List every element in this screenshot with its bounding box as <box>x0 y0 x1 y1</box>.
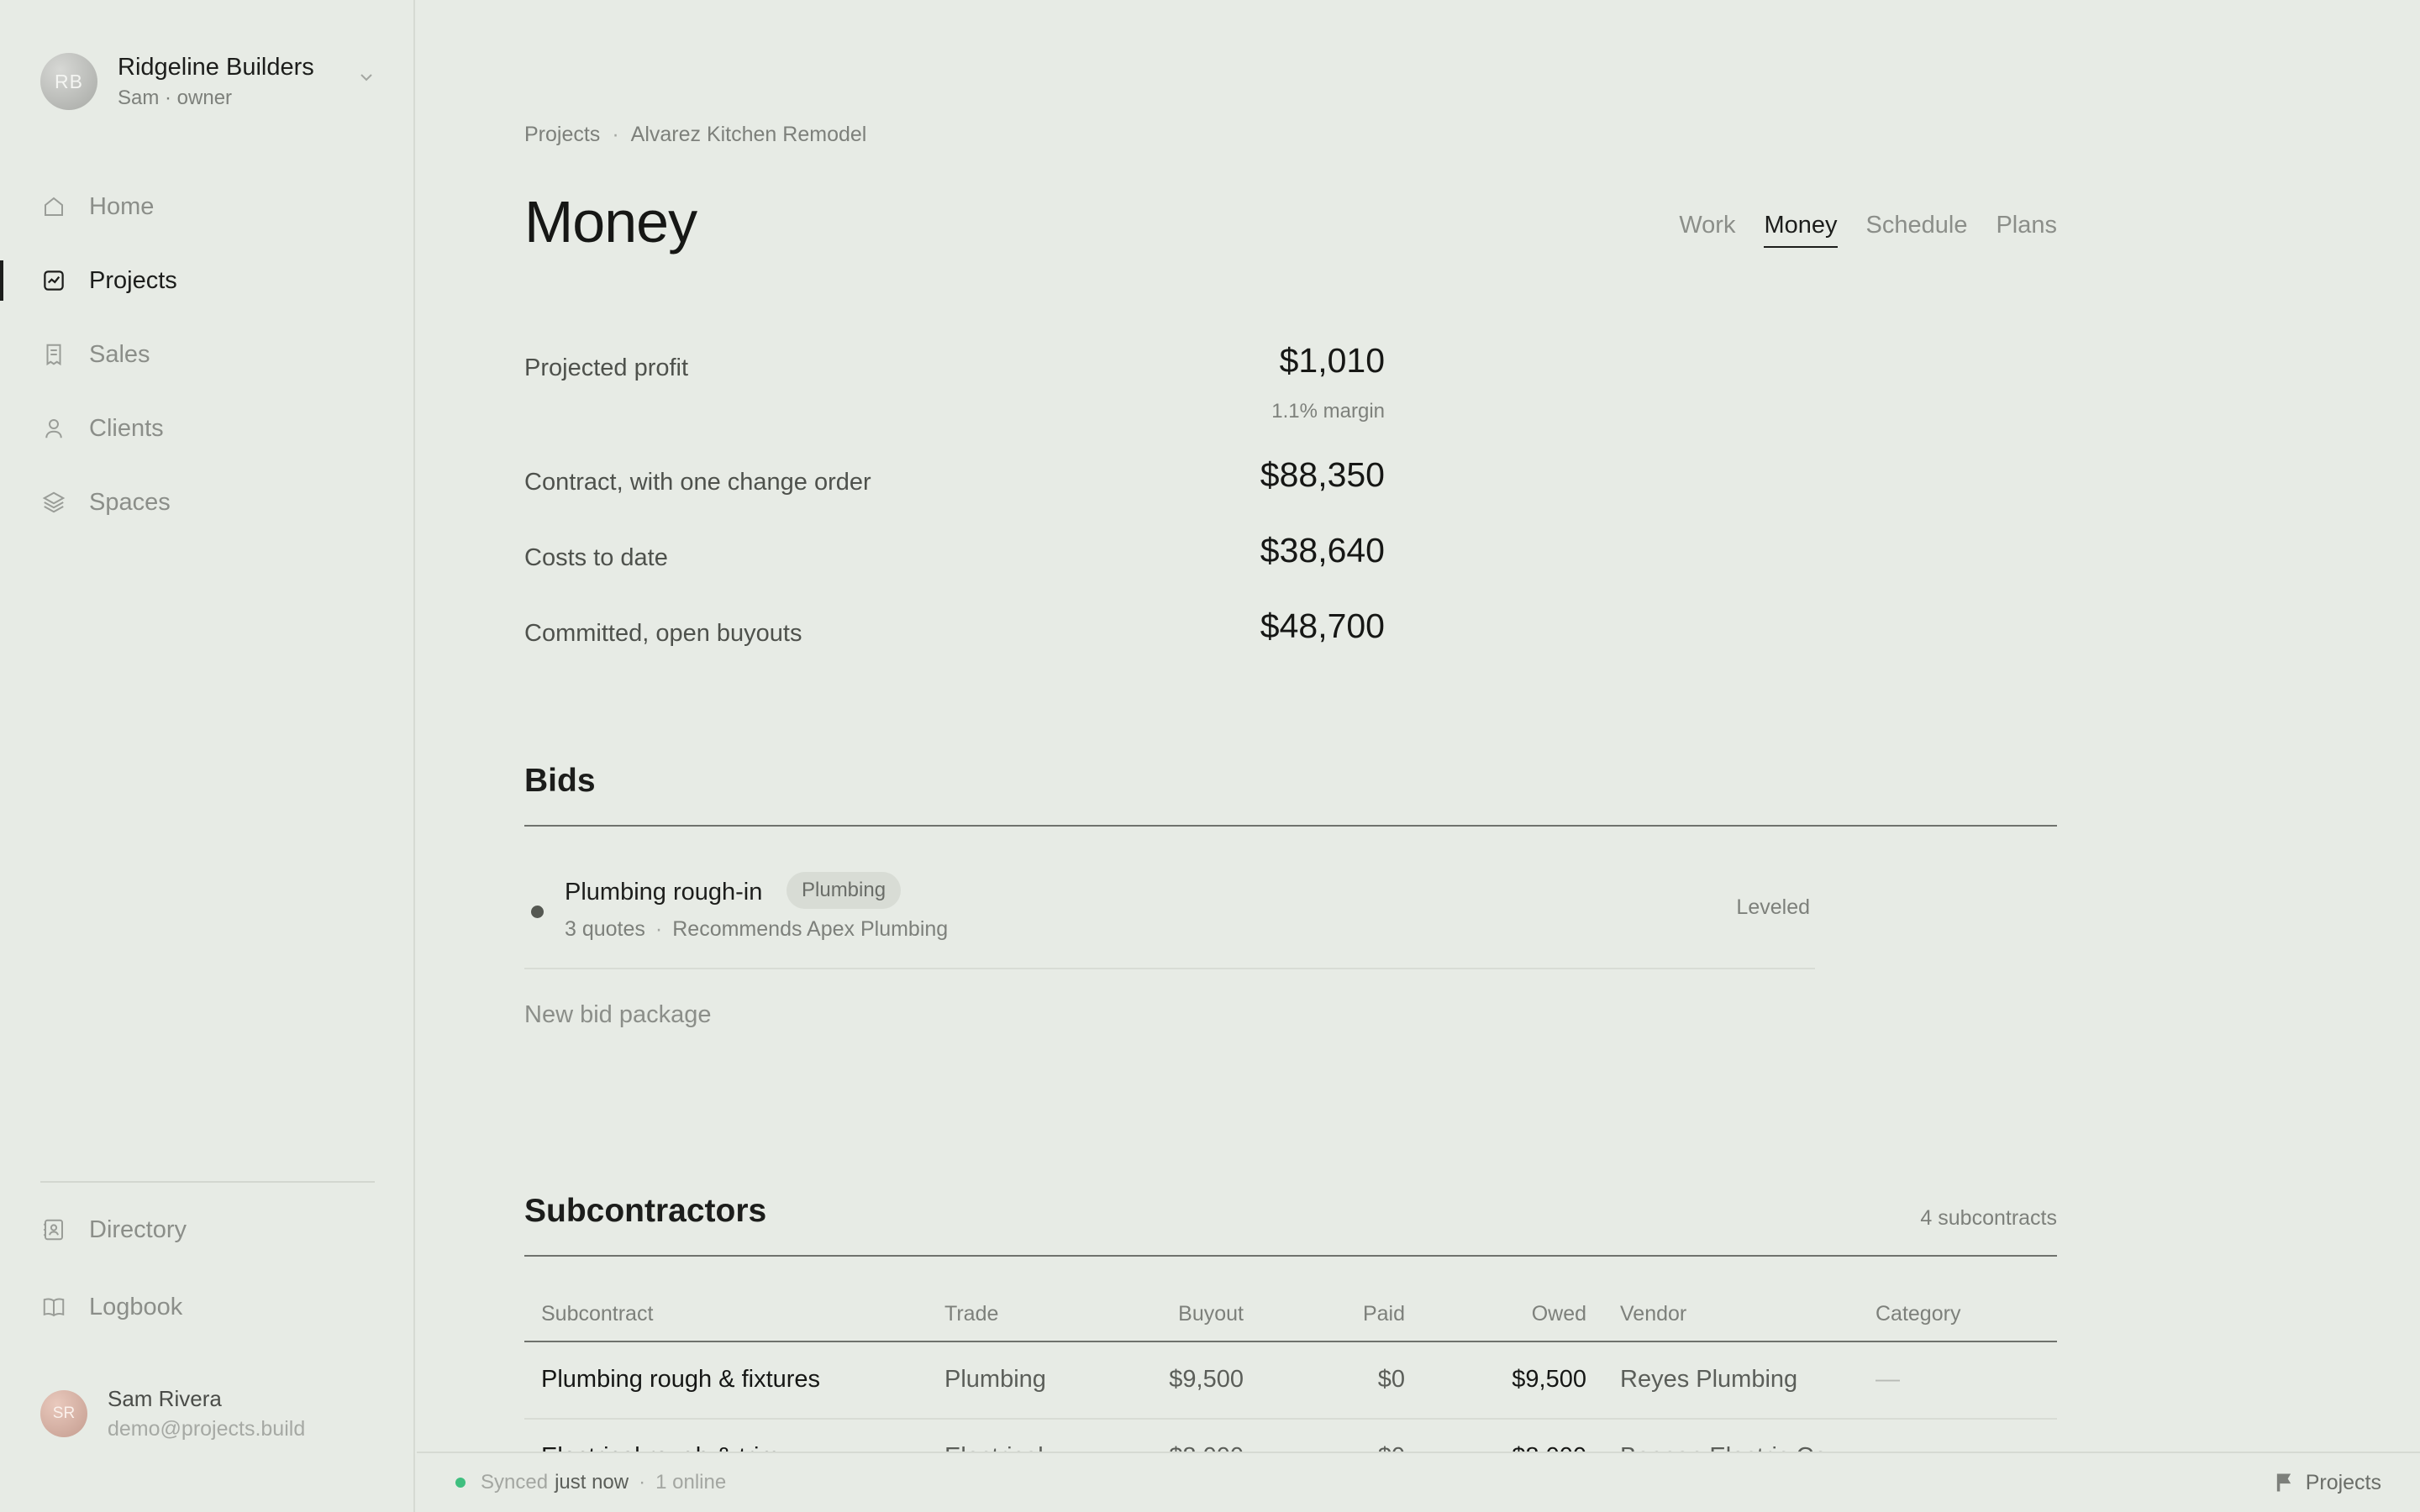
status-bar: Synced just now · 1 online Projects <box>417 1452 2420 1512</box>
chart-icon <box>40 267 67 294</box>
user-name: Sam Rivera <box>108 1386 222 1411</box>
bid-package-row[interactable]: Plumbing rough-in Plumbing 3 quotes · Reco… <box>524 867 1815 969</box>
main-nav: Home Projects Sales Clients Spaces <box>0 170 415 539</box>
table-row[interactable]: Plumbing rough & fixtures Plumbing $9,50… <box>524 1342 2057 1420</box>
nav-label-projects: Projects <box>89 266 177 294</box>
nav-label-clients: Clients <box>89 414 164 442</box>
cell-trade: Plumbing <box>944 1366 1046 1393</box>
book-icon <box>40 1294 67 1320</box>
metric-label: Committed, open buyouts <box>524 620 802 647</box>
col-vendor[interactable]: Vendor <box>1620 1302 1686 1326</box>
tab-plans[interactable]: Plans <box>1996 212 2057 246</box>
trade-badge: Plumbing <box>786 872 902 909</box>
nav-item-logbook[interactable]: Logbook <box>0 1268 415 1346</box>
user-avatar: SR <box>40 1390 87 1437</box>
metric-value: $38,640 <box>1260 531 1385 570</box>
receipt-icon <box>40 341 67 368</box>
nav-label-spaces: Spaces <box>89 488 171 516</box>
org-avatar: RB <box>40 53 97 110</box>
breadcrumb-current[interactable]: Alvarez Kitchen Remodel <box>631 123 867 146</box>
status-separator: · <box>639 1471 646 1494</box>
bid-recommendation: Recommends Apex Plumbing <box>672 917 949 941</box>
project-tabs: Work Money Schedule Plans <box>1650 212 2057 248</box>
sidebar-divider <box>40 1181 375 1183</box>
bid-status: Leveled <box>1736 895 1810 919</box>
col-subcontract[interactable]: Subcontract <box>541 1302 653 1326</box>
cell-vendor: Reyes Plumbing <box>1620 1366 1798 1393</box>
user-email: demo@projects.build <box>108 1417 306 1441</box>
breadcrumb: Projects · Alvarez Kitchen Remodel <box>524 123 866 147</box>
cell-paid: $0 <box>1377 1366 1405 1393</box>
cell-category: — <box>1876 1366 1900 1393</box>
cell-subcontract: Plumbing rough & fixtures <box>541 1366 821 1393</box>
user-profile[interactable]: SR Sam Rivera demo@projects.build <box>40 1386 305 1441</box>
new-bid-package-button[interactable]: New bid package <box>524 1001 711 1029</box>
breadcrumb-separator: · <box>612 123 619 146</box>
tab-work[interactable]: Work <box>1679 212 1735 246</box>
chevron-down-icon[interactable] <box>356 67 376 87</box>
layers-icon <box>40 489 67 516</box>
nav-item-directory[interactable]: Directory <box>0 1191 415 1268</box>
online-count[interactable]: 1 online <box>655 1471 726 1494</box>
nav-label-sales: Sales <box>89 340 150 368</box>
secondary-nav: Directory Logbook <box>0 1191 415 1346</box>
metric-value: $1,010 <box>1279 341 1385 380</box>
subcontractors-rule <box>524 1255 2057 1257</box>
subcontractors-heading: Subcontractors <box>524 1193 767 1229</box>
col-buyout[interactable]: Buyout <box>1178 1302 1244 1326</box>
nav-item-home[interactable]: Home <box>0 170 415 244</box>
table-header: Subcontract Trade Buyout Paid Owed Vendo… <box>524 1280 2057 1342</box>
nav-label-logbook: Logbook <box>89 1293 183 1320</box>
bid-meta: 3 quotes · Recommends Apex Plumbing <box>565 917 948 942</box>
flag-icon <box>2276 1473 2291 1492</box>
sync-status-icon <box>455 1478 466 1488</box>
subcontract-count: 4 subcontracts <box>1920 1206 2057 1230</box>
nav-label-home: Home <box>89 192 155 220</box>
bid-name: Plumbing rough-in <box>565 879 763 906</box>
nav-label-directory: Directory <box>89 1215 187 1243</box>
nav-item-clients[interactable]: Clients <box>0 391 415 465</box>
metric-label: Projected profit <box>524 354 689 381</box>
org-switcher[interactable]: RB Ridgeline Builders Sam · owner <box>40 52 376 111</box>
metric-label: Costs to date <box>524 544 668 571</box>
nav-item-sales[interactable]: Sales <box>0 318 415 391</box>
sidebar: RB Ridgeline Builders Sam · owner Home P… <box>0 0 415 1512</box>
col-paid[interactable]: Paid <box>1363 1302 1405 1326</box>
nav-item-projects[interactable]: Projects <box>0 244 415 318</box>
synced-label: Synced <box>481 1471 549 1494</box>
nav-item-spaces[interactable]: Spaces <box>0 465 415 539</box>
tab-schedule[interactable]: Schedule <box>1866 212 1968 246</box>
bid-quotes: 3 quotes <box>565 917 645 941</box>
col-trade[interactable]: Trade <box>944 1302 998 1326</box>
profit-margin: 1.1% margin <box>1271 400 1385 423</box>
metric-value: $48,700 <box>1260 606 1385 645</box>
metric-value: $88,350 <box>1260 455 1385 494</box>
tab-money[interactable]: Money <box>1764 212 1838 248</box>
col-category[interactable]: Category <box>1876 1302 1960 1326</box>
breadcrumb-projects[interactable]: Projects <box>524 123 600 146</box>
home-icon <box>40 193 67 220</box>
page-title: Money <box>524 189 697 255</box>
cell-buyout: $9,500 <box>1169 1366 1244 1393</box>
org-role: Sam · owner <box>118 86 233 109</box>
metric-label: Contract, with one change order <box>524 469 871 496</box>
bids-heading: Bids <box>524 763 596 799</box>
col-owed[interactable]: Owed <box>1532 1302 1586 1326</box>
status-right-label: Projects <box>2305 1470 2381 1494</box>
cell-owed: $9,500 <box>1512 1366 1586 1393</box>
meta-separator: · <box>655 917 663 941</box>
person-icon <box>40 415 67 442</box>
feedback-button[interactable]: Projects <box>2272 1471 2381 1495</box>
bids-rule <box>524 825 2057 827</box>
synced-time: just now <box>555 1471 629 1494</box>
status-dot-icon <box>531 906 544 918</box>
contact-card-icon <box>40 1216 67 1243</box>
org-name: Ridgeline Builders <box>118 53 314 81</box>
